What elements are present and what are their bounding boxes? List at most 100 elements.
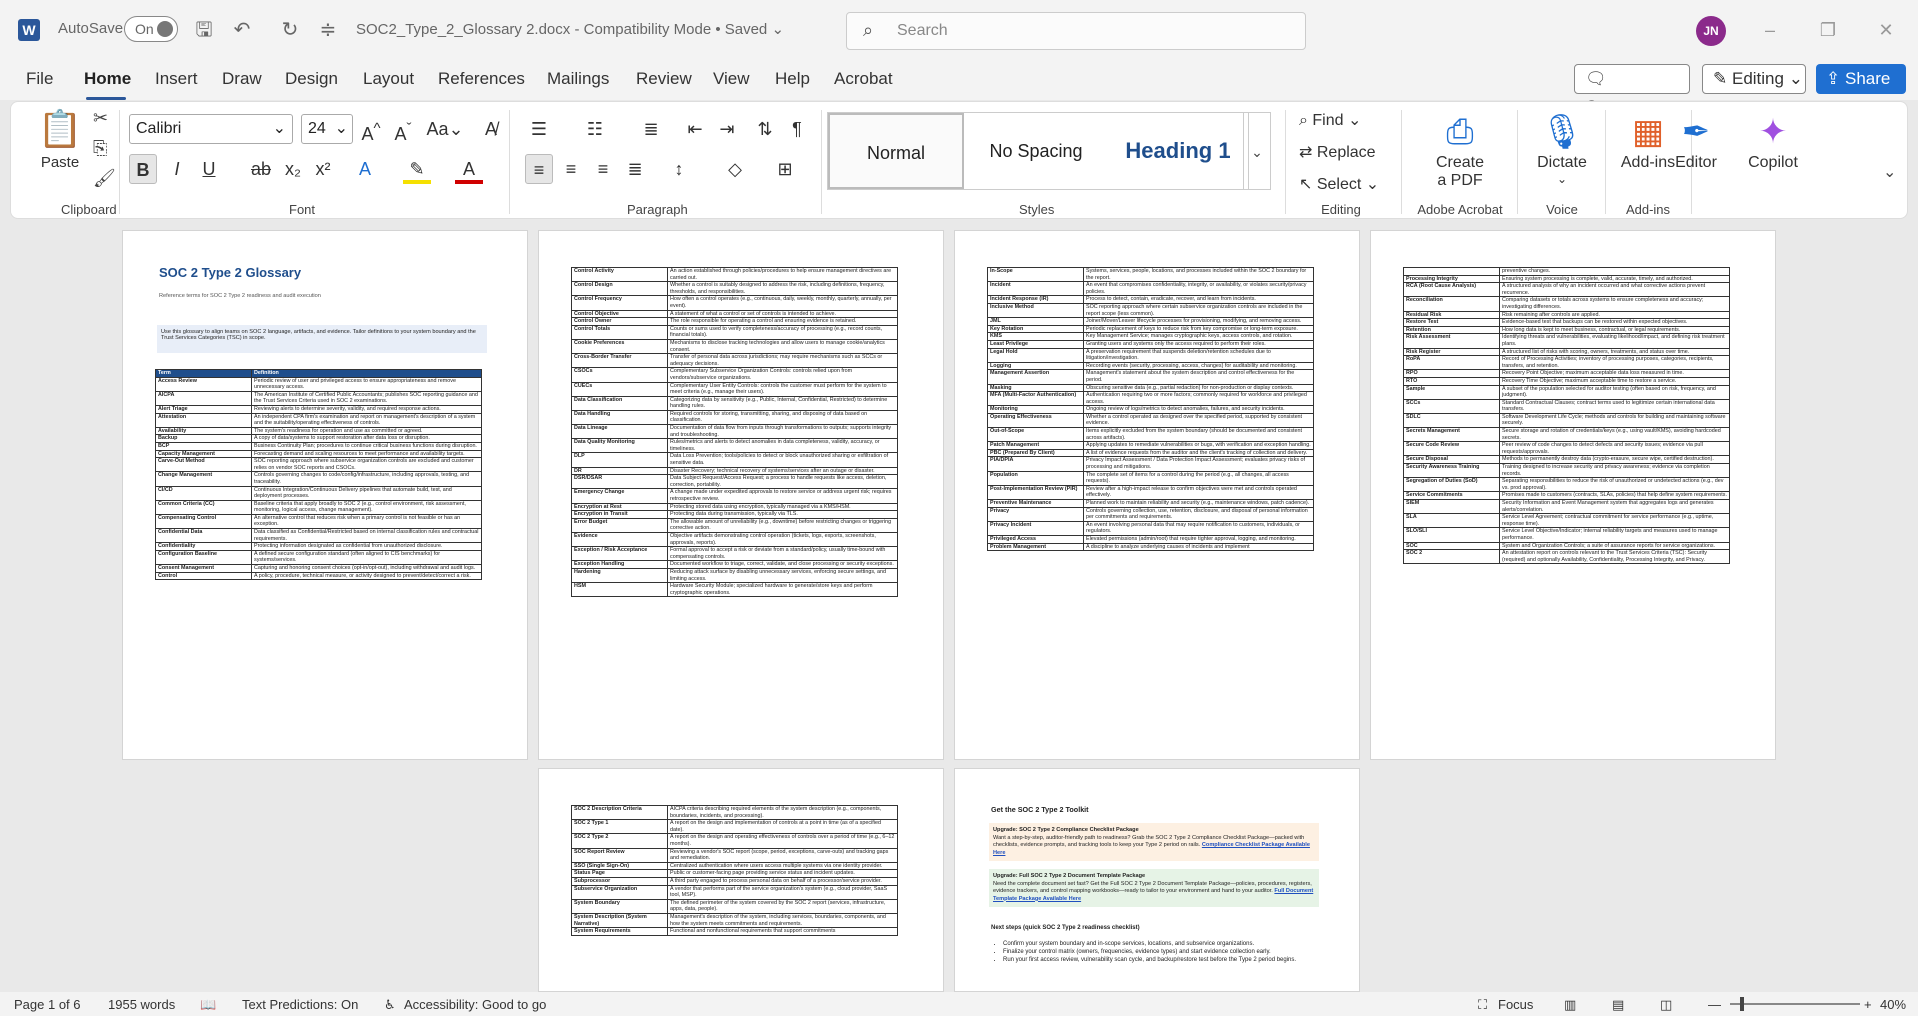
read-mode-icon[interactable]: ▥ <box>1564 997 1576 1013</box>
tab-layout[interactable]: Layout <box>363 69 414 89</box>
cursor-icon: ↖ <box>1299 176 1317 193</box>
search-input[interactable]: ⌕ Search <box>846 12 1306 50</box>
tab-file[interactable]: File <box>26 69 53 89</box>
dictate-button[interactable]: 🎙 Dictate ⌄ <box>1525 110 1599 186</box>
shading-icon[interactable]: ◇ <box>717 154 753 184</box>
show-formatting-icon[interactable]: ¶ <box>783 114 811 144</box>
definition-cell: Periodic replacement of keys to reduce r… <box>1083 324 1314 334</box>
print-layout-icon[interactable]: ▤ <box>1612 997 1624 1013</box>
proofing-icon[interactable]: 📖 <box>200 997 216 1013</box>
table-row: Preventive Maintenance Planned work to ma… <box>987 499 1314 508</box>
zoom-out-icon[interactable]: — <box>1708 997 1721 1012</box>
focus-button[interactable]: Focus <box>1498 997 1533 1012</box>
shrink-font-icon[interactable]: Aˇ <box>389 114 417 144</box>
zoom-in-icon[interactable]: + <box>1864 997 1872 1012</box>
bold-button[interactable]: B <box>129 154 157 184</box>
redo-icon[interactable]: ↻ <box>276 16 304 44</box>
save-icon[interactable]: 🖫 <box>190 16 218 44</box>
comments-button[interactable]: 🗨 Comments <box>1574 64 1690 116</box>
editor-pen-icon: ✒ <box>1681 113 1711 151</box>
change-case-icon[interactable]: Aa⌄ <box>425 114 465 144</box>
font-name-select[interactable]: Calibri ⌄ <box>129 114 293 144</box>
font-size-select[interactable]: 24 ⌄ <box>301 114 353 144</box>
tab-references[interactable]: References <box>438 69 525 89</box>
definition-cell: Standard Contractual Clauses; contract t… <box>1499 398 1730 414</box>
document-canvas[interactable]: SOC 2 Type 2 Glossary Reference terms fo… <box>0 220 1918 992</box>
cut-icon[interactable]: ✂ <box>93 108 108 129</box>
create-pdf-button[interactable]: ⎙ Create a PDF <box>1415 110 1505 190</box>
decrease-indent-icon[interactable]: ⇤ <box>681 114 709 144</box>
page-1[interactable]: SOC 2 Type 2 Glossary Reference terms fo… <box>122 230 528 760</box>
font-color-icon[interactable]: A <box>455 154 483 184</box>
tab-home[interactable]: Home <box>84 69 131 89</box>
multilevel-list-icon[interactable]: ≣ <box>633 114 669 144</box>
sort-icon[interactable]: ⇅ <box>751 114 779 144</box>
paste-icon[interactable]: 📋 <box>35 108 85 158</box>
superscript-button[interactable]: x² <box>309 154 337 184</box>
page-4[interactable]: preventive changes. Processing Integrity E… <box>1370 230 1776 760</box>
find-button[interactable]: ⌕ Find ⌄ <box>1299 110 1361 130</box>
bullets-icon[interactable]: ☰ <box>521 114 557 144</box>
zoom-slider-thumb[interactable] <box>1740 997 1744 1011</box>
copy-icon[interactable]: ⎘ <box>93 138 107 159</box>
clear-formatting-icon[interactable]: A̸ <box>477 114 505 144</box>
zoom-slider[interactable] <box>1730 1003 1860 1005</box>
page-6[interactable]: Get the SOC 2 Type 2 Toolkit Upgrade: SO… <box>954 768 1360 992</box>
borders-icon[interactable]: ⊞ <box>767 154 803 184</box>
minimize-icon[interactable]: – <box>1752 14 1788 46</box>
tab-mailings[interactable]: Mailings <box>547 69 609 89</box>
copilot-button[interactable]: ✦ Copilot <box>1733 110 1813 172</box>
collapse-ribbon-icon[interactable]: ⌄ <box>1883 162 1896 182</box>
web-layout-icon[interactable]: ◫ <box>1660 997 1672 1013</box>
replace-button[interactable]: ⇄ Replace <box>1299 142 1376 162</box>
tab-view[interactable]: View <box>713 69 750 89</box>
underline-button[interactable]: U <box>195 154 223 184</box>
format-painter-icon[interactable]: 🖌 <box>93 168 116 189</box>
italic-button[interactable]: I <box>163 154 191 184</box>
autosave-toggle[interactable]: On <box>124 16 178 42</box>
page-5[interactable]: SOC 2 Description Criteria AICPA criteria… <box>538 768 944 992</box>
style-no-spacing[interactable]: No Spacing <box>966 113 1106 189</box>
term-cell: Preventive Maintenance <box>987 499 1084 508</box>
style-heading-1[interactable]: Heading 1 <box>1108 113 1248 189</box>
strikethrough-button[interactable]: ab <box>247 154 275 184</box>
document-title[interactable]: SOC2_Type_2_Glossary 2.docx - Compatibil… <box>356 20 784 38</box>
customize-toolbar-icon[interactable]: ≑ <box>314 16 342 44</box>
subscript-button[interactable]: x₂ <box>279 154 307 184</box>
tab-design[interactable]: Design <box>285 69 338 89</box>
grow-font-icon[interactable]: A^ <box>357 114 385 144</box>
tab-review[interactable]: Review <box>636 69 692 89</box>
tab-help[interactable]: Help <box>775 69 810 89</box>
tab-insert[interactable]: Insert <box>155 69 198 89</box>
page-indicator[interactable]: Page 1 of 6 <box>14 997 81 1012</box>
definition-cell: Separating responsibilities to reduce th… <box>1499 477 1730 493</box>
text-predictions[interactable]: Text Predictions: On <box>242 997 358 1012</box>
word-count[interactable]: 1955 words <box>108 997 175 1012</box>
paste-button[interactable]: Paste <box>35 154 85 171</box>
page-2[interactable]: Control Activity An action established th… <box>538 230 944 760</box>
maximize-icon[interactable]: ❐ <box>1810 14 1846 46</box>
page-3[interactable]: In-Scope Systems, services, people, locat… <box>954 230 1360 760</box>
highlight-color-icon[interactable]: ✎ <box>403 154 431 184</box>
align-right-icon[interactable]: ≡ <box>589 154 617 184</box>
justify-icon[interactable]: ≣ <box>621 154 649 184</box>
increase-indent-icon[interactable]: ⇥ <box>713 114 741 144</box>
undo-icon[interactable]: ↶ <box>228 16 256 44</box>
zoom-level[interactable]: 40% <box>1880 997 1906 1012</box>
tab-draw[interactable]: Draw <box>222 69 262 89</box>
select-button[interactable]: ↖ Select ⌄ <box>1299 174 1379 194</box>
line-spacing-icon[interactable]: ↕ <box>661 154 697 184</box>
numbering-icon[interactable]: ☷ <box>577 114 613 144</box>
avatar[interactable]: JN <box>1696 16 1726 46</box>
editor-tool[interactable]: ✒ Editor <box>1657 110 1735 172</box>
close-icon[interactable]: ✕ <box>1868 14 1904 46</box>
text-effects-icon[interactable]: A <box>351 154 379 184</box>
share-button[interactable]: ⇪ Share ⌄ <box>1816 64 1906 118</box>
style-normal[interactable]: Normal <box>828 113 964 189</box>
editing-mode-button[interactable]: ✎ Editing ⌄ <box>1702 64 1806 94</box>
align-center-icon[interactable]: ≡ <box>557 154 585 184</box>
align-left-icon[interactable]: ≡ <box>525 154 553 184</box>
styles-more-icon[interactable]: ⌄ <box>1243 112 1271 190</box>
tab-acrobat[interactable]: Acrobat <box>834 69 893 89</box>
accessibility-status[interactable]: Accessibility: Good to go <box>404 997 546 1012</box>
